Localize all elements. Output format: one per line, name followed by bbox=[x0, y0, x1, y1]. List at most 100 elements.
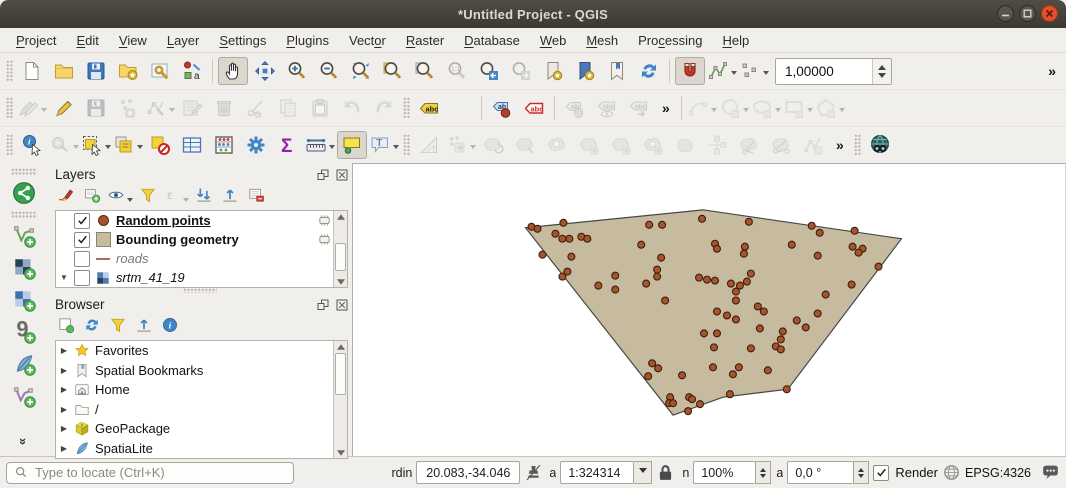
pan-to-selection-button[interactable] bbox=[250, 57, 280, 85]
merge-features-button[interactable] bbox=[798, 131, 828, 159]
browser-scrollbar[interactable] bbox=[333, 341, 347, 458]
new-mssql-layer-button[interactable] bbox=[9, 286, 39, 314]
snapping-mode-button[interactable] bbox=[707, 57, 737, 85]
lock-scale-icon[interactable] bbox=[656, 463, 675, 482]
offset-curve-button[interactable] bbox=[702, 131, 732, 159]
paste-features-button[interactable] bbox=[305, 94, 335, 122]
layer-item[interactable]: ▼srtm_41_19 bbox=[56, 268, 347, 287]
style-manager-button[interactable]: a bbox=[177, 57, 207, 85]
browser-close-button[interactable] bbox=[334, 298, 349, 311]
rotation-spin-buttons[interactable] bbox=[853, 461, 869, 484]
pin-unpin-labels-button[interactable]: ab bbox=[487, 94, 517, 122]
menu-web[interactable]: Web bbox=[530, 30, 577, 51]
add-group-button[interactable] bbox=[81, 187, 103, 209]
expand-all-button[interactable] bbox=[193, 187, 215, 209]
open-layer-styling-button[interactable] bbox=[55, 187, 77, 209]
minimize-button[interactable] bbox=[997, 5, 1014, 22]
crs-status[interactable]: EPSG:4326 bbox=[965, 466, 1031, 480]
menu-database[interactable]: Database bbox=[454, 30, 530, 51]
toolbar-overflow-button[interactable]: » bbox=[1041, 63, 1063, 79]
magnifier-spin-buttons[interactable] bbox=[755, 461, 771, 484]
snapping-tolerance-spinbox[interactable]: 1,00000 bbox=[775, 58, 892, 85]
locator-search-input[interactable]: Type to locate (Ctrl+K) bbox=[6, 462, 294, 484]
browser-item-favorites[interactable]: ▶Favorites bbox=[56, 341, 347, 361]
menu-raster[interactable]: Raster bbox=[396, 30, 454, 51]
rotate-feature-button[interactable] bbox=[478, 131, 508, 159]
expand-icon[interactable]: ▶ bbox=[59, 346, 69, 355]
dropdown-caret-icon[interactable] bbox=[41, 108, 47, 115]
menu-view[interactable]: View bbox=[109, 30, 157, 51]
rotation-spinbox[interactable]: 0,0 ° bbox=[787, 461, 869, 484]
render-checkbox[interactable]: Render bbox=[873, 465, 938, 481]
toolbar-handle[interactable] bbox=[6, 97, 13, 119]
refresh-browser-button[interactable] bbox=[81, 317, 103, 339]
add-ellipse-button[interactable] bbox=[751, 94, 781, 122]
reshape-features-button[interactable] bbox=[670, 131, 700, 159]
dropdown-caret-icon[interactable] bbox=[763, 71, 769, 78]
move-label-button[interactable]: ab bbox=[560, 94, 590, 122]
collapse-icon[interactable]: ▼ bbox=[59, 273, 69, 282]
add-circle-button[interactable] bbox=[719, 94, 749, 122]
select-features-by-value-button[interactable] bbox=[113, 131, 143, 159]
select-features-button[interactable] bbox=[81, 131, 111, 159]
new-shapefile-layer-button[interactable] bbox=[9, 222, 39, 250]
open-project-button[interactable] bbox=[49, 57, 79, 85]
filter-legend-button[interactable] bbox=[137, 187, 159, 209]
scroll-up-icon[interactable] bbox=[334, 211, 347, 222]
manage-map-themes-button[interactable] bbox=[107, 187, 133, 209]
toggle-editing-button[interactable] bbox=[49, 94, 79, 122]
messages-icon[interactable] bbox=[1041, 463, 1060, 482]
project-properties-button[interactable] bbox=[145, 57, 175, 85]
toolbar-overflow-button[interactable]: » bbox=[655, 100, 677, 116]
collapse-all-button[interactable] bbox=[219, 187, 241, 209]
dock-toolbar-handle[interactable] bbox=[11, 211, 37, 218]
add-part-button[interactable] bbox=[574, 131, 604, 159]
browser-item--[interactable]: ▶/ bbox=[56, 400, 347, 420]
highlight-pinned-labels-button[interactable]: abc bbox=[519, 94, 549, 122]
layer-item[interactable]: Random points bbox=[56, 211, 347, 230]
zoom-full-extent-button[interactable] bbox=[346, 57, 376, 85]
filter-by-expression-button[interactable]: ε bbox=[163, 187, 189, 209]
expand-icon[interactable]: ▶ bbox=[59, 366, 69, 375]
menu-processing[interactable]: Processing bbox=[628, 30, 712, 51]
enable-snapping-button[interactable] bbox=[675, 57, 705, 85]
coordinate-box[interactable]: 20.083,-34.046 bbox=[416, 461, 520, 484]
dropdown-caret-icon[interactable] bbox=[711, 108, 717, 115]
layer-item[interactable]: Bounding geometry bbox=[56, 230, 347, 249]
zoom-native-button[interactable]: 1:1 bbox=[442, 57, 472, 85]
dropdown-caret-icon[interactable] bbox=[775, 108, 781, 115]
map-tips-button[interactable] bbox=[337, 131, 367, 159]
add-ring-button[interactable] bbox=[542, 131, 572, 159]
menu-edit[interactable]: Edit bbox=[66, 30, 108, 51]
open-data-source-manager-button[interactable] bbox=[9, 179, 39, 207]
zoom-out-button[interactable] bbox=[314, 57, 344, 85]
memory-layer-indicator-icon[interactable] bbox=[316, 231, 333, 248]
browser-undock-button[interactable] bbox=[315, 298, 330, 311]
show-statistics-button[interactable]: Σ bbox=[273, 131, 303, 159]
dock-toolbar-handle[interactable] bbox=[11, 168, 37, 175]
dropdown-caret-icon[interactable] bbox=[393, 145, 399, 152]
dropdown-caret-icon[interactable] bbox=[105, 145, 111, 152]
browser-item-geopackage[interactable]: ▶GeoPackage bbox=[56, 419, 347, 439]
scale-combo[interactable]: 1:324314 bbox=[560, 461, 652, 484]
add-circular-string-button[interactable] bbox=[687, 94, 717, 122]
new-oracle-layer-button[interactable]: 9 bbox=[9, 318, 39, 346]
redo-button[interactable] bbox=[369, 94, 399, 122]
layer-visibility-checkbox[interactable] bbox=[74, 213, 90, 229]
zoom-last-button[interactable] bbox=[474, 57, 504, 85]
add-regular-polygon-button[interactable] bbox=[815, 94, 845, 122]
undo-button[interactable] bbox=[337, 94, 367, 122]
identify-features-button[interactable]: i bbox=[17, 131, 47, 159]
add-point-feature-button[interactable] bbox=[113, 94, 143, 122]
layers-undock-button[interactable] bbox=[315, 168, 330, 181]
menu-settings[interactable]: Settings bbox=[209, 30, 276, 51]
save-project-button[interactable] bbox=[81, 57, 111, 85]
copy-features-button[interactable] bbox=[273, 94, 303, 122]
toolbar-handle[interactable] bbox=[854, 134, 861, 156]
current-edits-button[interactable] bbox=[17, 94, 47, 122]
vertex-tool-button[interactable] bbox=[145, 94, 175, 122]
pan-map-button[interactable] bbox=[218, 57, 248, 85]
new-virtual-layer-button[interactable] bbox=[9, 382, 39, 410]
expand-icon[interactable]: ▶ bbox=[59, 424, 69, 433]
save-layer-edits-button[interactable] bbox=[81, 94, 111, 122]
